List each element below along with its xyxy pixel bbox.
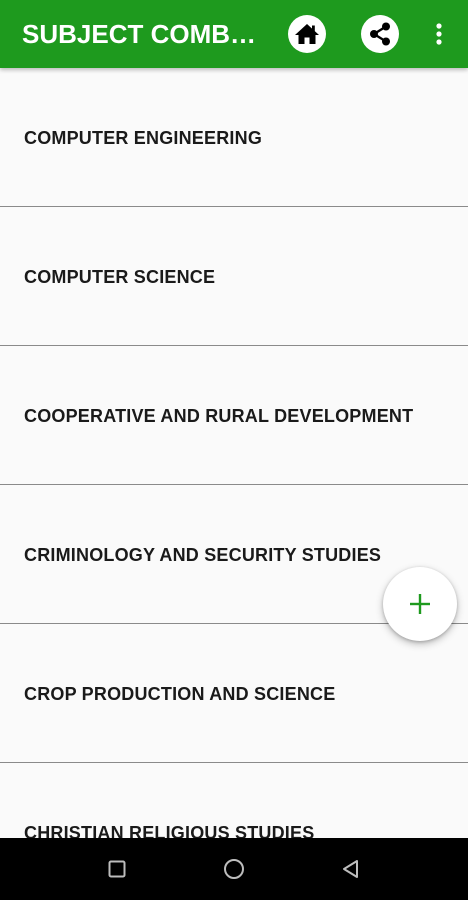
- list-item[interactable]: CHRISTIAN RELIGIOUS STUDIES: [0, 763, 468, 838]
- recents-icon: [108, 860, 126, 878]
- list-item-label: COOPERATIVE AND RURAL DEVELOPMENT: [24, 406, 414, 426]
- list-item-label: CHRISTIAN RELIGIOUS STUDIES: [24, 823, 315, 838]
- add-fab-button[interactable]: [383, 567, 457, 641]
- list-item-label: COMPUTER ENGINEERING: [24, 128, 263, 148]
- nav-home-button[interactable]: [219, 854, 249, 884]
- list-item[interactable]: COMPUTER ENGINEERING: [0, 68, 468, 207]
- app-bar: SUBJECT COMBIN...: [0, 0, 468, 68]
- home-icon: [288, 15, 326, 53]
- system-nav-bar: [0, 838, 468, 900]
- nav-home-icon: [224, 859, 244, 879]
- list-item[interactable]: COOPERATIVE AND RURAL DEVELOPMENT: [0, 346, 468, 485]
- plus-icon: [410, 594, 430, 614]
- list-item-label: CRIMINOLOGY AND SECURITY STUDIES: [24, 545, 382, 565]
- back-button[interactable]: [336, 854, 366, 884]
- list-item-label: COMPUTER SCIENCE: [24, 267, 216, 287]
- overflow-menu-button[interactable]: [426, 13, 452, 55]
- app-title: SUBJECT COMBIN...: [22, 19, 262, 49]
- back-icon: [343, 860, 358, 878]
- home-button[interactable]: [286, 13, 328, 55]
- subject-list: COMPUTER ENGINEERING COMPUTER SCIENCE CO…: [0, 68, 468, 838]
- screen: SUBJECT COMBIN... COMPUTER ENGINEERING C…: [0, 0, 468, 900]
- list-item[interactable]: COMPUTER SCIENCE: [0, 207, 468, 346]
- share-button[interactable]: [359, 13, 401, 55]
- more-vert-icon: [436, 23, 442, 45]
- share-icon: [361, 15, 399, 53]
- recents-button[interactable]: [102, 854, 132, 884]
- list-item-label: CROP PRODUCTION AND SCIENCE: [24, 684, 336, 704]
- list-item[interactable]: CROP PRODUCTION AND SCIENCE: [0, 624, 468, 763]
